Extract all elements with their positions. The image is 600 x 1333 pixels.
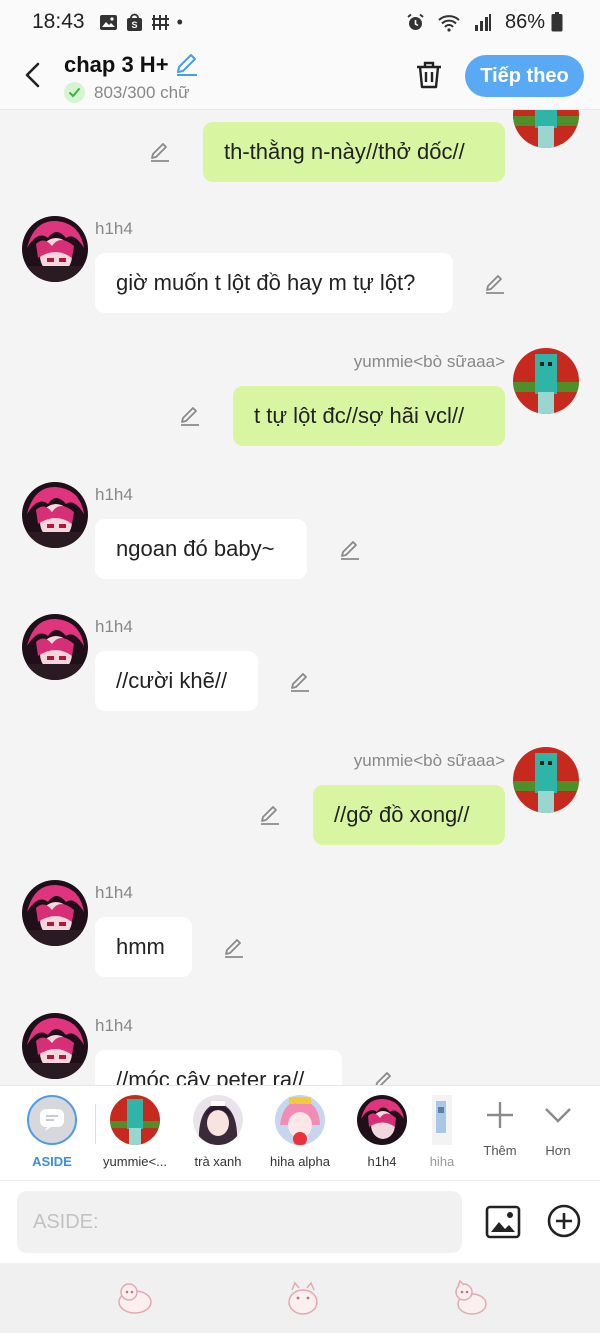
status-time: 18:43 xyxy=(32,10,85,33)
sticker-cat-icon[interactable] xyxy=(115,1280,155,1316)
character-name: hiha alpha xyxy=(270,1154,330,1169)
message-bubble[interactable]: giờ muốn t lột đồ hay m tự lột? xyxy=(95,253,453,313)
input-bar xyxy=(0,1180,600,1263)
edit-message-button[interactable] xyxy=(222,936,246,960)
character-item[interactable]: trà xanh xyxy=(178,1095,258,1169)
avatar-yummie[interactable] xyxy=(513,348,579,414)
character-item[interactable]: hiha alpha xyxy=(260,1095,340,1169)
aside-label: ASIDE xyxy=(32,1154,72,1169)
pencil-edit-icon xyxy=(181,407,199,426)
avatar-h1h4[interactable] xyxy=(22,482,88,548)
character-avatar xyxy=(275,1095,325,1145)
pencil-edit-icon xyxy=(341,541,359,560)
pencil-edit-icon xyxy=(486,275,504,294)
character-avatar xyxy=(357,1095,407,1145)
edit-message-button[interactable] xyxy=(258,803,282,827)
add-character-button[interactable]: Thêm xyxy=(474,1100,526,1158)
status-bar: 18:43 S • 86% xyxy=(0,0,600,44)
check-icon xyxy=(64,82,85,103)
chapter-title: chap 3 H+ xyxy=(64,52,169,77)
battery-percent: 86% xyxy=(504,10,545,33)
wifi-icon xyxy=(438,13,460,32)
edit-message-button[interactable] xyxy=(338,538,362,562)
sticker-cat-icon[interactable] xyxy=(450,1279,490,1316)
edit-message-button[interactable] xyxy=(483,272,507,296)
avatar-h1h4[interactable] xyxy=(22,880,88,946)
message-bubble[interactable]: t tự lột đc//sợ hãi vcl// xyxy=(233,386,505,446)
alarm-icon xyxy=(406,13,425,32)
battery-icon xyxy=(551,12,563,32)
app-notification-icon xyxy=(151,13,170,32)
character-name: hiha xyxy=(429,1154,455,1169)
message-bubble[interactable]: //cười khẽ// xyxy=(95,651,258,711)
message-bubble[interactable]: hmm xyxy=(95,917,192,977)
back-button[interactable] xyxy=(18,58,48,92)
word-count: 803/300 chữ xyxy=(94,83,190,102)
character-aside[interactable]: ASIDE xyxy=(12,1095,92,1169)
pencil-edit-icon xyxy=(375,1072,391,1085)
sender-name: h1h4 xyxy=(95,617,133,636)
pencil-edit-icon xyxy=(291,673,309,692)
avatar-yummie[interactable] xyxy=(513,747,579,813)
sender-name: h1h4 xyxy=(95,485,133,504)
message-bubble[interactable]: ngoan đó baby~ xyxy=(95,519,307,579)
trash-icon xyxy=(417,61,441,89)
sender-name: h1h4 xyxy=(95,219,133,238)
pencil-icon xyxy=(177,54,197,76)
message-bubble[interactable]: //móc cây peter ra// xyxy=(95,1050,342,1085)
sticker-bar xyxy=(0,1263,600,1333)
aside-avatar xyxy=(27,1095,77,1145)
avatar-yummie[interactable] xyxy=(513,110,579,148)
app-header: chap 3 H+ 803/300 chữ Tiếp theo xyxy=(0,44,600,110)
signal-icon xyxy=(473,13,492,32)
character-name: h1h4 xyxy=(367,1154,397,1169)
add-label: Thêm xyxy=(483,1143,517,1158)
message-bubble[interactable]: //gỡ đồ xong// xyxy=(313,785,505,845)
pencil-edit-icon xyxy=(261,806,279,825)
character-selector: ASIDE yummie<... trà xanh hiha alpha h1h… xyxy=(0,1085,600,1180)
character-name: trà xanh xyxy=(194,1154,242,1169)
avatar-h1h4[interactable] xyxy=(22,614,88,680)
character-avatar xyxy=(193,1095,243,1145)
character-avatar xyxy=(432,1095,452,1145)
character-item[interactable]: yummie<... xyxy=(95,1095,175,1169)
delete-button[interactable] xyxy=(412,58,446,92)
pencil-edit-icon xyxy=(225,939,243,958)
avatar-h1h4[interactable] xyxy=(22,216,88,282)
chevron-down-icon xyxy=(545,1108,571,1123)
sender-name: yummie<bò sữaaa> xyxy=(353,751,505,770)
message-input[interactable] xyxy=(17,1191,462,1253)
chat-area[interactable]: th-thằng n-này//thở dốc// h1h4 giờ muốn … xyxy=(0,110,600,1085)
sender-name: yummie<bò sữaaa> xyxy=(353,352,505,371)
edit-message-button[interactable] xyxy=(148,140,172,164)
add-button[interactable] xyxy=(546,1203,582,1239)
back-arrow-icon xyxy=(25,62,40,88)
character-name: yummie<... xyxy=(103,1154,167,1169)
avatar-h1h4[interactable] xyxy=(22,1013,88,1079)
pencil-edit-icon xyxy=(151,143,169,162)
expand-label: Hơn xyxy=(545,1143,571,1158)
edit-message-button[interactable] xyxy=(178,404,202,428)
image-icon xyxy=(485,1205,521,1239)
plus-icon xyxy=(487,1102,513,1128)
sender-name: h1h4 xyxy=(95,1016,133,1035)
character-item[interactable]: h1h4 xyxy=(342,1095,422,1169)
edit-message-button[interactable] xyxy=(288,670,312,694)
character-avatar xyxy=(110,1095,160,1145)
character-item[interactable]: hiha xyxy=(416,1095,468,1169)
sticker-cat-icon[interactable] xyxy=(283,1280,323,1316)
edit-title-button[interactable] xyxy=(174,52,200,78)
sender-name: h1h4 xyxy=(95,883,133,902)
chat-bubble-icon xyxy=(40,1109,64,1131)
add-circle-icon xyxy=(547,1204,581,1238)
expand-button[interactable]: Hơn xyxy=(532,1100,584,1158)
next-button[interactable]: Tiếp theo xyxy=(465,55,584,97)
gallery-notification-icon xyxy=(99,13,118,32)
message-bubble[interactable]: th-thằng n-này//thở dốc// xyxy=(203,122,505,182)
status-dot: • xyxy=(176,11,183,32)
edit-message-button[interactable] xyxy=(372,1069,396,1085)
image-button[interactable] xyxy=(484,1203,522,1241)
svg-text:S: S xyxy=(131,20,137,30)
shopping-bag-icon: S xyxy=(125,13,144,32)
